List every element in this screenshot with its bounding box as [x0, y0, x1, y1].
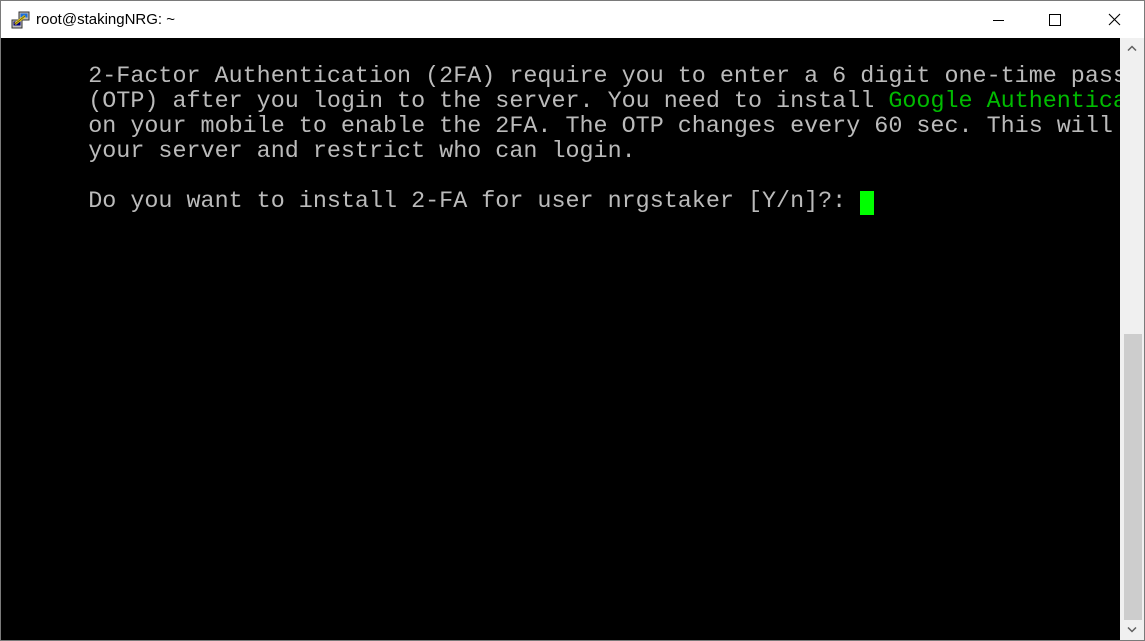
prompt-text: Do you want to install 2-FA for user nrg…	[88, 189, 861, 215]
close-icon	[1108, 13, 1120, 26]
chevron-down-icon	[1127, 627, 1137, 633]
terminal-output[interactable]: 2-Factor Authentication (2FA) require yo…	[1, 38, 1120, 640]
text-cursor[interactable]	[860, 191, 875, 215]
prompt-line: Do you want to install 2-FA for user nrg…	[4, 165, 875, 215]
putty-icon[interactable]	[11, 10, 31, 30]
maximize-button[interactable]	[1032, 1, 1078, 38]
maximize-icon	[1049, 13, 1061, 26]
scroll-up-button[interactable]	[1120, 38, 1144, 58]
terminal-line: on your mobile to enable the 2FA. The OT…	[4, 90, 1120, 140]
terminal-line: 2-Factor Authentication (2FA) require yo…	[4, 40, 1120, 90]
terminal-line: (OTP) after you login to the server. You…	[4, 65, 1120, 115]
minimize-button[interactable]	[975, 1, 1021, 38]
window-title: root@stakingNRG: ~	[36, 11, 176, 28]
chevron-up-icon	[1127, 45, 1137, 51]
terminal-window: root@stakingNRG: ~ 2-Factor Authenticati…	[0, 0, 1145, 641]
minimize-icon	[993, 19, 1004, 21]
terminal-text: your server and restrict who can login.	[88, 139, 636, 165]
scrollbar-thumb[interactable]	[1124, 334, 1142, 620]
title-bar[interactable]: root@stakingNRG: ~	[1, 1, 1144, 38]
scroll-down-button[interactable]	[1120, 620, 1144, 640]
vertical-scrollbar[interactable]	[1120, 38, 1144, 640]
close-button[interactable]	[1091, 1, 1137, 38]
terminal-line: your server and restrict who can login.	[4, 115, 635, 165]
